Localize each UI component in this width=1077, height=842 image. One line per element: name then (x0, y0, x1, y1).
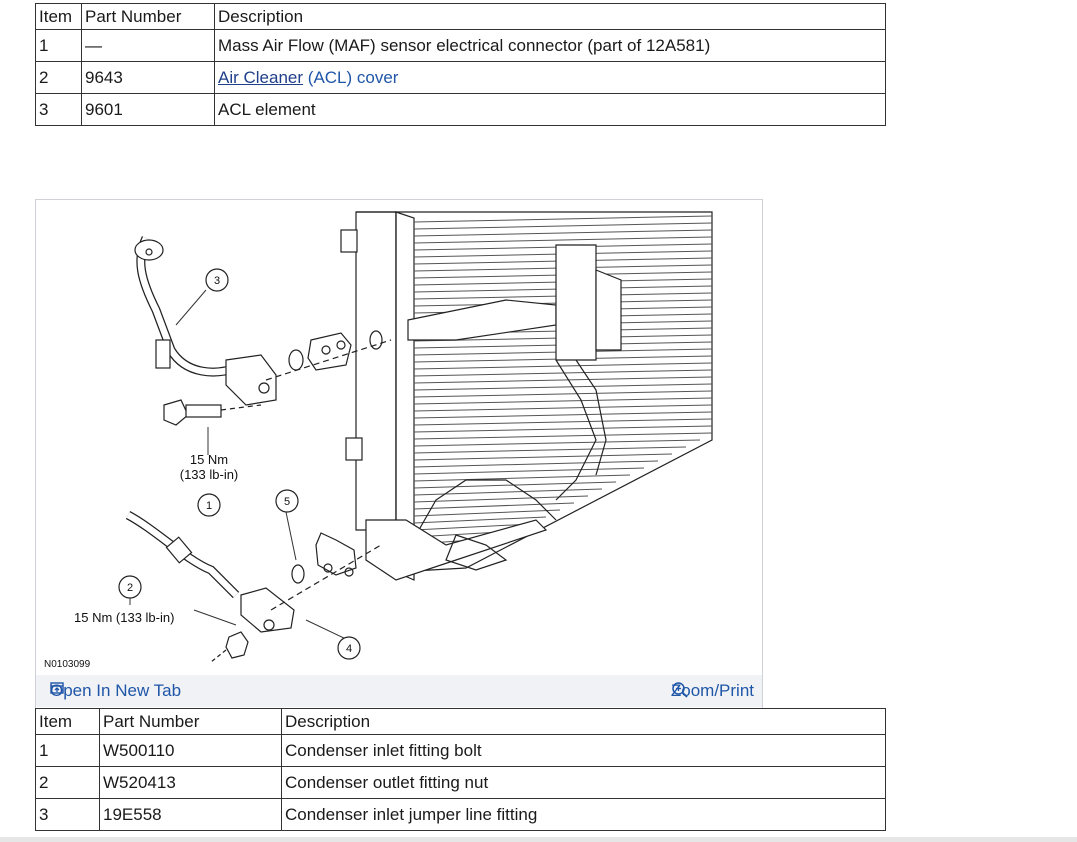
table-row: 3 9601 ACL element (35, 93, 886, 126)
parts-table-bottom: Item Part Number Description 1 W500110 C… (35, 708, 886, 831)
air-cleaner-link[interactable]: Air Cleaner (218, 68, 303, 87)
torque-label-bolt-line1: 15 Nm (190, 452, 228, 467)
table-header-row: Item Part Number Description (35, 708, 886, 735)
cell-item: 2 (35, 766, 100, 799)
cell-item: 2 (35, 61, 82, 94)
callout-5-label: 5 (284, 496, 290, 508)
cell-item: 3 (35, 93, 82, 126)
open-in-new-tab-link[interactable]: Open In New Tab (50, 681, 181, 701)
table-row: 2 9643 Air Cleaner (ACL) cover (35, 61, 886, 94)
cell-part-number: W500110 (99, 734, 282, 767)
cell-part-number: 9601 (81, 93, 215, 126)
cell-item: 3 (35, 798, 100, 831)
cell-item: 1 (35, 29, 82, 62)
column-header-description: Description (214, 3, 886, 30)
condenser-diagram-figure: 3 1 5 2 4 15 Nm (133 lb-in) 15 Nm (133 l… (35, 199, 763, 709)
column-header-item: Item (35, 708, 100, 735)
callout-2-label: 2 (127, 582, 133, 594)
column-header-item: Item (35, 3, 82, 30)
acl-cover-link[interactable]: (ACL) cover (308, 68, 399, 87)
figure-toolbar: Open In New Tab Zoom/Print (36, 675, 762, 707)
table-row: 3 19E558 Condenser inlet jumper line fit… (35, 798, 886, 831)
zoom-print-link[interactable]: Zoom/Print (671, 681, 754, 701)
column-header-part-number: Part Number (81, 3, 215, 30)
column-header-description: Description (281, 708, 886, 735)
cell-description: Condenser inlet fitting bolt (281, 734, 886, 767)
cell-part-number: — (81, 29, 215, 62)
cell-description: Condenser outlet fitting nut (281, 766, 886, 799)
table-row: 2 W520413 Condenser outlet fitting nut (35, 766, 886, 799)
cell-description: Air Cleaner (ACL) cover (214, 61, 886, 94)
parts-table-top: Item Part Number Description 1 — Mass Ai… (35, 3, 886, 126)
column-header-part-number: Part Number (99, 708, 282, 735)
table-row: 1 — Mass Air Flow (MAF) sensor electrica… (35, 29, 886, 62)
condenser-core (340, 211, 713, 581)
condenser-diagram: 3 1 5 2 4 15 Nm (133 lb-in) 15 Nm (133 l… (44, 211, 713, 670)
table-header-row: Item Part Number Description (35, 3, 886, 30)
callout-1-label: 1 (206, 500, 212, 512)
callout-3-label: 3 (214, 275, 220, 287)
table-row: 1 W500110 Condenser inlet fitting bolt (35, 734, 886, 767)
callout-4-label: 4 (346, 643, 352, 655)
page-bottom-divider (0, 837, 1077, 842)
cell-description: Condenser inlet jumper line fitting (281, 798, 886, 831)
open-tab-icon (50, 682, 64, 694)
open-in-new-tab-label: Open In New Tab (50, 681, 182, 700)
figure-id: N0103099 (44, 659, 91, 670)
torque-label-nut: 15 Nm (133 lb-in) (74, 610, 174, 625)
cell-part-number: W520413 (99, 766, 282, 799)
cell-item: 1 (35, 734, 100, 767)
zoom-icon (672, 682, 688, 698)
cell-description: ACL element (214, 93, 886, 126)
cell-description: Mass Air Flow (MAF) sensor electrical co… (214, 29, 886, 62)
cell-part-number: 19E558 (99, 798, 282, 831)
inlet-jumper-line (134, 236, 392, 426)
cell-part-number: 9643 (81, 61, 215, 94)
torque-label-bolt-line2: (133 lb-in) (180, 467, 239, 482)
